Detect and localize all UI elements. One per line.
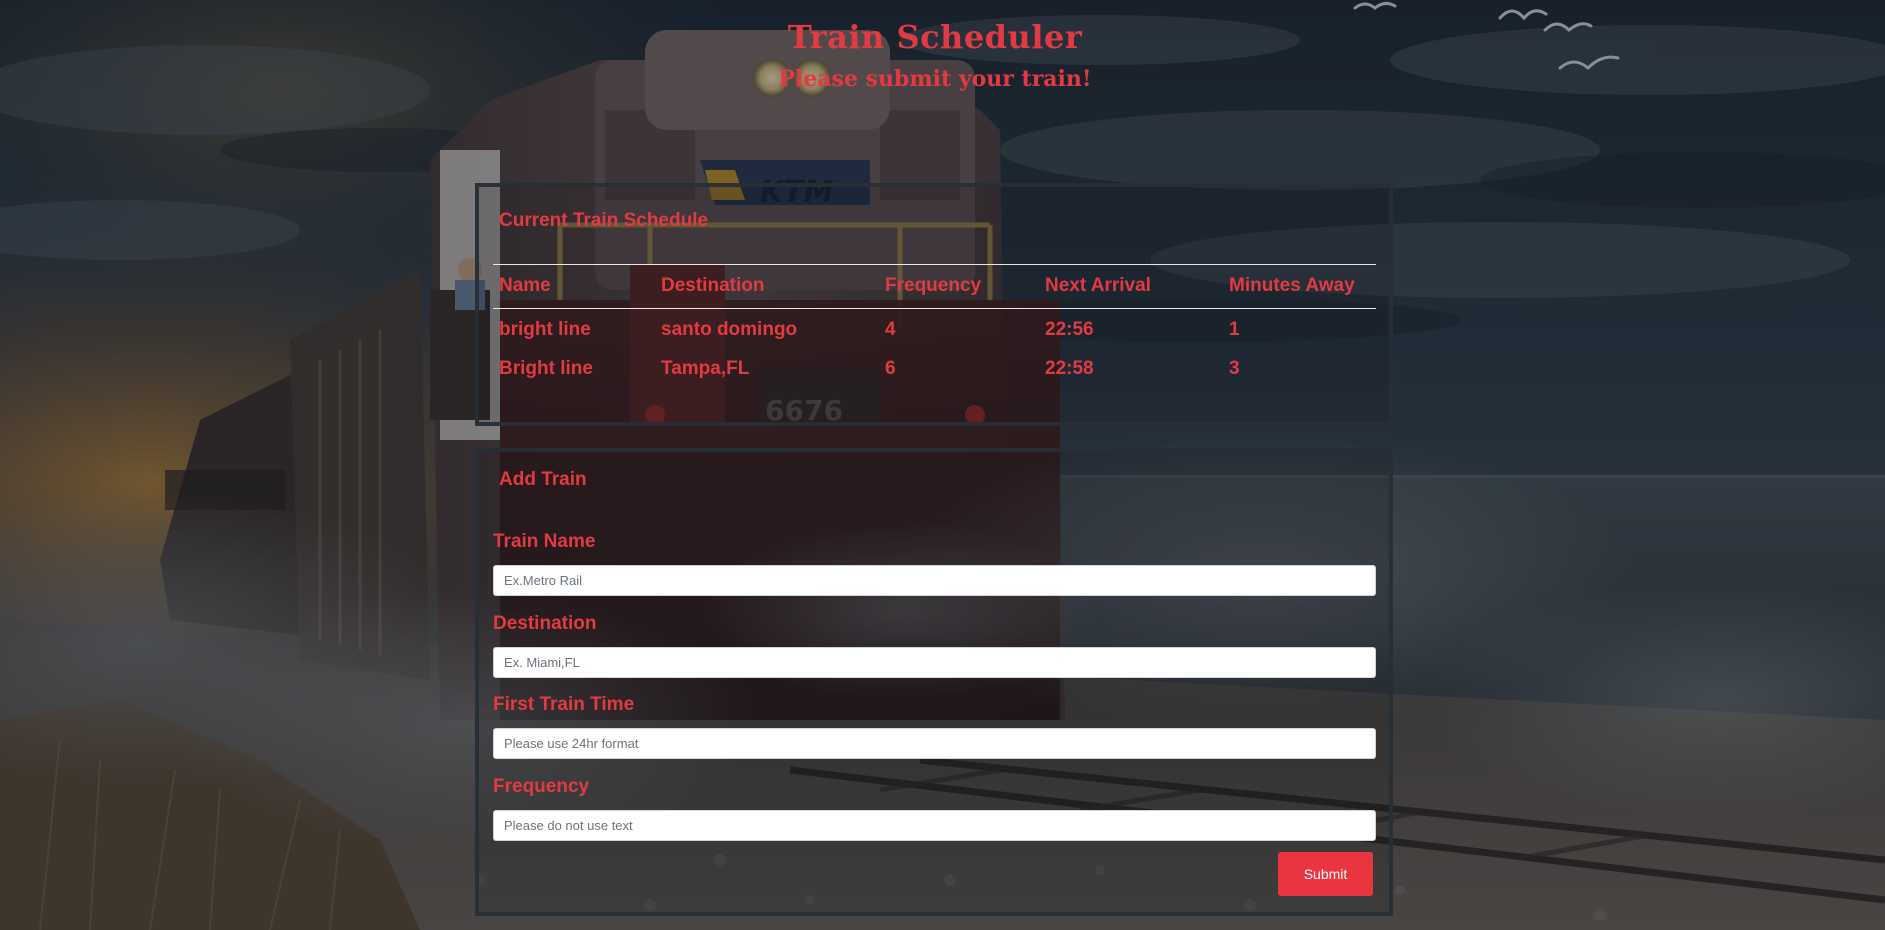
cell-destination: santo domingo <box>661 319 798 340</box>
cell-name: Bright line <box>499 358 593 379</box>
first-train-time-input[interactable] <box>493 728 1376 759</box>
cell-name: bright line <box>499 319 591 340</box>
first-train-time-label: First Train Time <box>493 694 635 715</box>
cell-frequency: 6 <box>885 358 896 379</box>
column-header-next-arrival: Next Arrival <box>1045 275 1151 296</box>
add-train-panel: Add Train Train Name Destination First T… <box>475 448 1393 916</box>
column-header-frequency: Frequency <box>885 275 982 296</box>
cell-minutes-away: 1 <box>1229 319 1240 340</box>
destination-label: Destination <box>493 613 597 634</box>
cell-next-arrival: 22:58 <box>1045 358 1094 379</box>
page-subtitle: Please submit your train! <box>778 66 1092 92</box>
cell-minutes-away: 3 <box>1229 358 1240 379</box>
frequency-input[interactable] <box>493 810 1376 841</box>
train-name-input[interactable] <box>493 565 1376 596</box>
column-header-destination: Destination <box>661 275 765 296</box>
page-title: Train Scheduler <box>787 18 1083 56</box>
submit-button[interactable]: Submit <box>1278 852 1373 896</box>
cell-destination: Tampa,FL <box>661 358 750 379</box>
add-train-heading: Add Train <box>499 469 587 490</box>
schedule-heading: Current Train Schedule <box>499 210 709 231</box>
schedule-table: Name Destination Frequency Next Arrival … <box>493 264 1376 388</box>
train-name-label: Train Name <box>493 531 596 552</box>
frequency-label: Frequency <box>493 776 590 797</box>
table-row: bright line santo domingo 4 22:56 1 <box>493 309 1376 350</box>
schedule-header-row: Name Destination Frequency Next Arrival … <box>493 264 1376 309</box>
column-header-minutes-away: Minutes Away <box>1229 275 1355 296</box>
cell-next-arrival: 22:56 <box>1045 319 1094 340</box>
destination-input[interactable] <box>493 647 1376 678</box>
schedule-panel: Current Train Schedule Name Destination … <box>475 183 1393 426</box>
cell-frequency: 4 <box>885 319 896 340</box>
column-header-name: Name <box>499 275 551 296</box>
table-row: Bright line Tampa,FL 6 22:58 3 <box>493 349 1376 388</box>
